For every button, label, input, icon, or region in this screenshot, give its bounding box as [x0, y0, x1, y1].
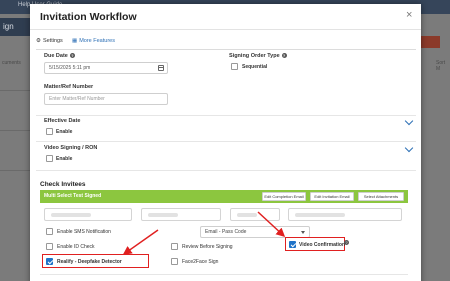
annotation-arrow-left [122, 229, 159, 255]
annotation-arrow-right [257, 211, 286, 238]
annotation-arrows [122, 211, 286, 255]
